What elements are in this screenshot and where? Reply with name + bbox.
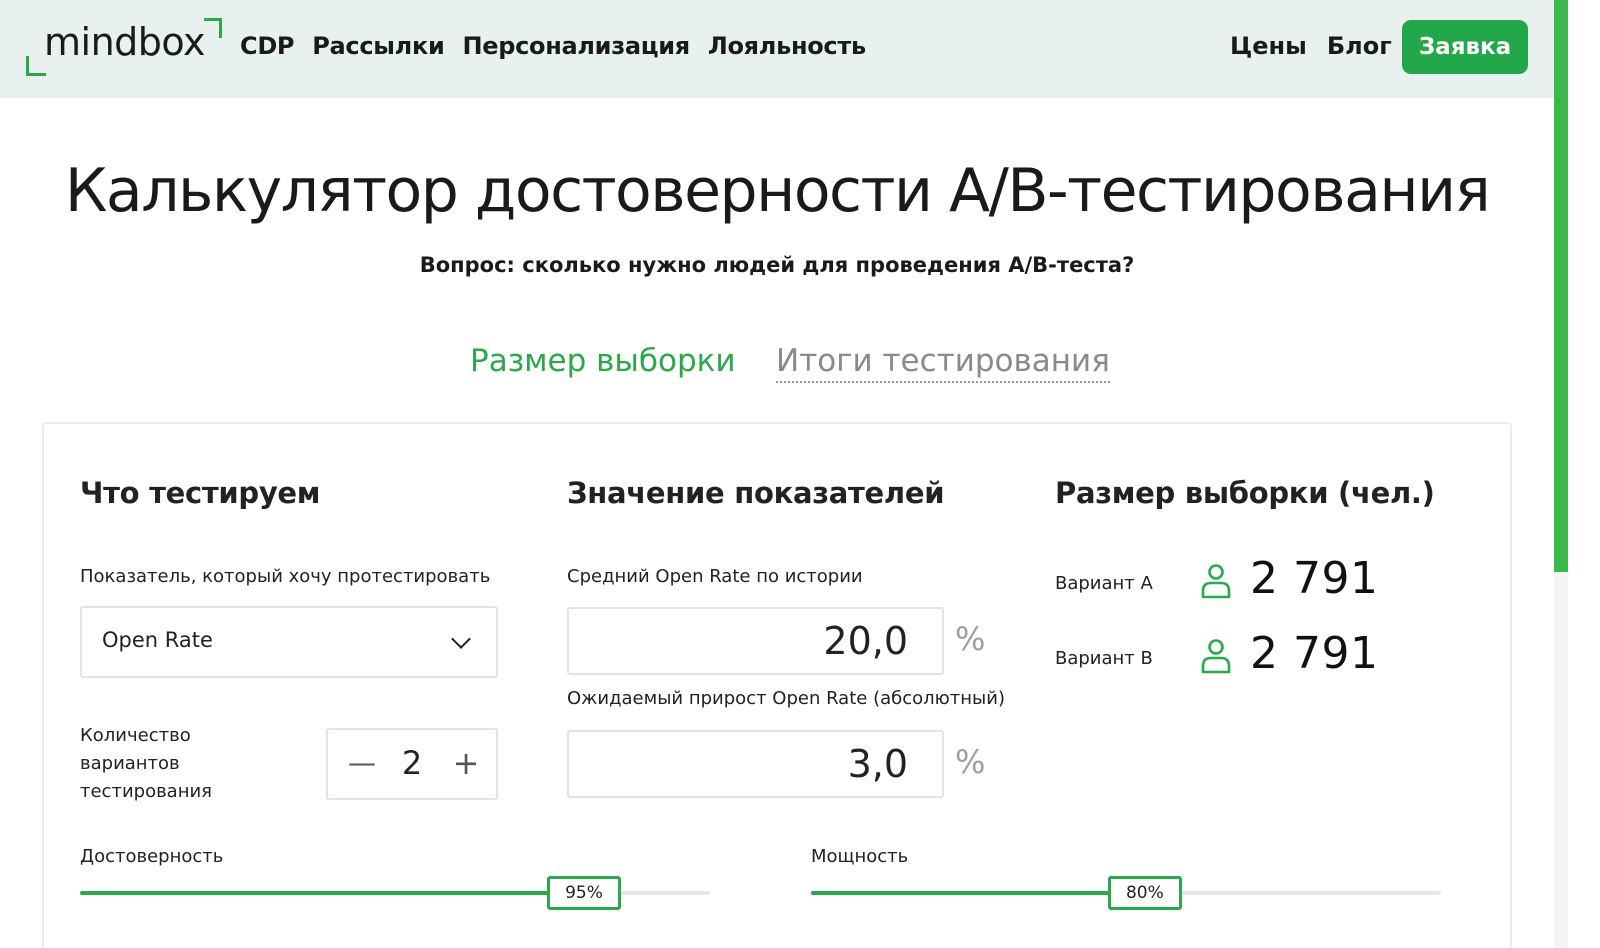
metric-label: Показатель, который хочу протестировать	[80, 566, 491, 587]
logo-corner-bottom-left	[26, 56, 46, 76]
scrollbar-thumb[interactable]	[1554, 0, 1568, 572]
variant-b-value: 2 791	[1250, 628, 1379, 679]
nav-item-blog[interactable]: Блог	[1327, 32, 1392, 60]
nav-item-mailings[interactable]: Рассылки	[312, 32, 445, 60]
logo-wordmark: mindbox	[44, 20, 205, 64]
top-header: mindbox CDP Рассылки Персонализация Лоял…	[0, 0, 1554, 98]
variants-count-label: Количество вариантов тестирования	[80, 725, 213, 802]
lift-input[interactable]: 3,0	[567, 730, 944, 798]
mindbox-logo[interactable]: mindbox	[26, 18, 226, 78]
what-testing-heading: Что тестируем	[80, 476, 321, 510]
nav-item-prices[interactable]: Цены	[1230, 32, 1307, 60]
values-heading: Значение показателей	[567, 476, 945, 510]
page-title: Калькулятор достоверности А/В-тестирован…	[64, 156, 1491, 226]
main-nav: CDP Рассылки Персонализация Лояльность	[240, 32, 866, 60]
avg-open-rate-input[interactable]: 20,0	[567, 607, 944, 675]
avg-percent-sign: %	[955, 620, 986, 658]
tab-sample-size[interactable]: Размер выборки	[470, 343, 736, 379]
confidence-slider-thumb[interactable]: 95%	[547, 876, 621, 910]
power-slider-fill	[811, 891, 1145, 895]
request-button[interactable]: Заявка	[1402, 20, 1528, 74]
variants-count-value[interactable]: 2	[394, 744, 430, 782]
power-label: Мощность	[811, 846, 909, 867]
sample-size-heading: Размер выборки (чел.)	[1055, 476, 1435, 510]
power-slider-thumb[interactable]: 80%	[1107, 876, 1182, 910]
nav-item-cdp[interactable]: CDP	[240, 32, 295, 60]
scrollbar-track[interactable]	[1554, 572, 1568, 948]
nav-item-loyalty[interactable]: Лояльность	[708, 32, 866, 60]
page-subtitle: Вопрос: сколько нужно людей для проведен…	[419, 253, 1135, 277]
avg-open-rate-label: Средний Open Rate по истории	[567, 566, 863, 587]
increment-button[interactable]: +	[452, 744, 480, 782]
metric-select-value: Open Rate	[102, 628, 213, 652]
secondary-nav: Цены Блог	[1230, 32, 1392, 60]
nav-item-personalization[interactable]: Персонализация	[462, 32, 690, 60]
variant-a-value: 2 791	[1250, 553, 1379, 604]
lift-percent-sign: %	[955, 743, 986, 781]
avg-open-rate-value: 20,0	[823, 619, 908, 663]
logo-corner-top-right	[204, 18, 222, 38]
lift-value: 3,0	[847, 742, 908, 786]
variants-stepper: — 2 +	[326, 728, 498, 800]
variant-b-label: Вариант B	[1055, 648, 1153, 669]
confidence-label: Достоверность	[80, 846, 224, 867]
tab-test-results[interactable]: Итоги тестирования	[776, 343, 1110, 383]
variant-a-label: Вариант A	[1055, 573, 1153, 594]
decrement-button[interactable]: —	[348, 746, 376, 779]
person-icon	[1201, 564, 1231, 599]
confidence-slider-fill	[80, 891, 584, 895]
metric-select[interactable]: Open Rate	[80, 606, 498, 678]
chevron-down-icon	[451, 629, 471, 649]
lift-label: Ожидаемый прирост Open Rate (абсолютный)	[567, 688, 1005, 709]
person-icon	[1201, 639, 1231, 674]
